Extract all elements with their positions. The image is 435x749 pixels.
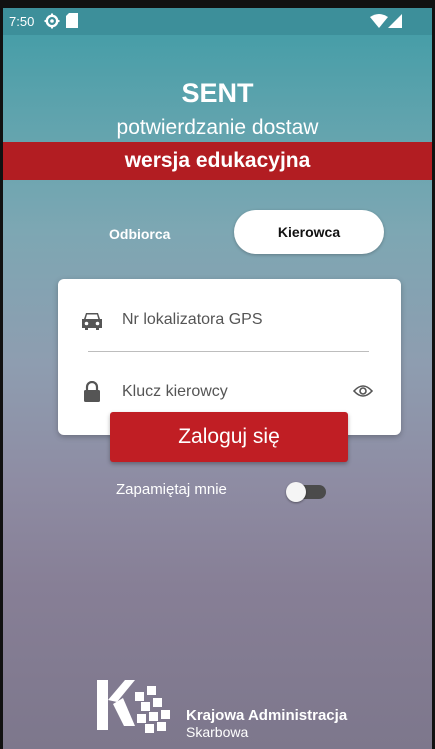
app-subtitle: potwierdzanie dostaw [116,116,319,139]
edition-banner: wersja edukacyjna [3,142,432,180]
kas-logo-icon [97,680,170,733]
remember-me-toggle[interactable] [286,482,328,502]
status-bar: 7:50 [3,8,432,35]
sd-card-icon [66,13,78,28]
app-name: SENT [181,78,254,108]
gps-locator-placeholder: Nr lokalizatora GPS [122,311,263,328]
car-icon [82,313,102,330]
kas-logo-line1: Krajowa Administracja [186,707,348,724]
signal-icon [388,14,402,28]
login-button[interactable]: Zaloguj się [110,412,348,462]
toggle-thumb [286,482,306,502]
role-option-receiver[interactable]: Odbiorca [109,226,170,242]
gps-locator-field[interactable]: Nr lokalizatora GPS [58,301,401,341]
field-divider [88,351,369,352]
driver-key-placeholder: Klucz kierowcy [122,383,228,400]
settings-icon [44,13,60,29]
lock-icon [84,381,100,402]
wifi-icon [370,14,388,28]
status-time: 7:50 [9,14,35,29]
kas-logo-text: Krajowa Administracja Skarbowa [186,707,347,740]
kas-logo-line2: Skarbowa [186,724,249,740]
remember-me-label: Zapamiętaj mnie [116,481,227,498]
driver-key-field[interactable]: Klucz kierowcy [58,373,401,413]
show-password-eye-icon[interactable] [353,384,373,398]
app-screen: 7:50 SENT potwierdzanie dostaw wersja ed… [3,8,432,749]
role-option-driver[interactable]: Kierowca [234,210,384,254]
device-frame: 7:50 SENT potwierdzanie dostaw wersja ed… [0,0,435,749]
